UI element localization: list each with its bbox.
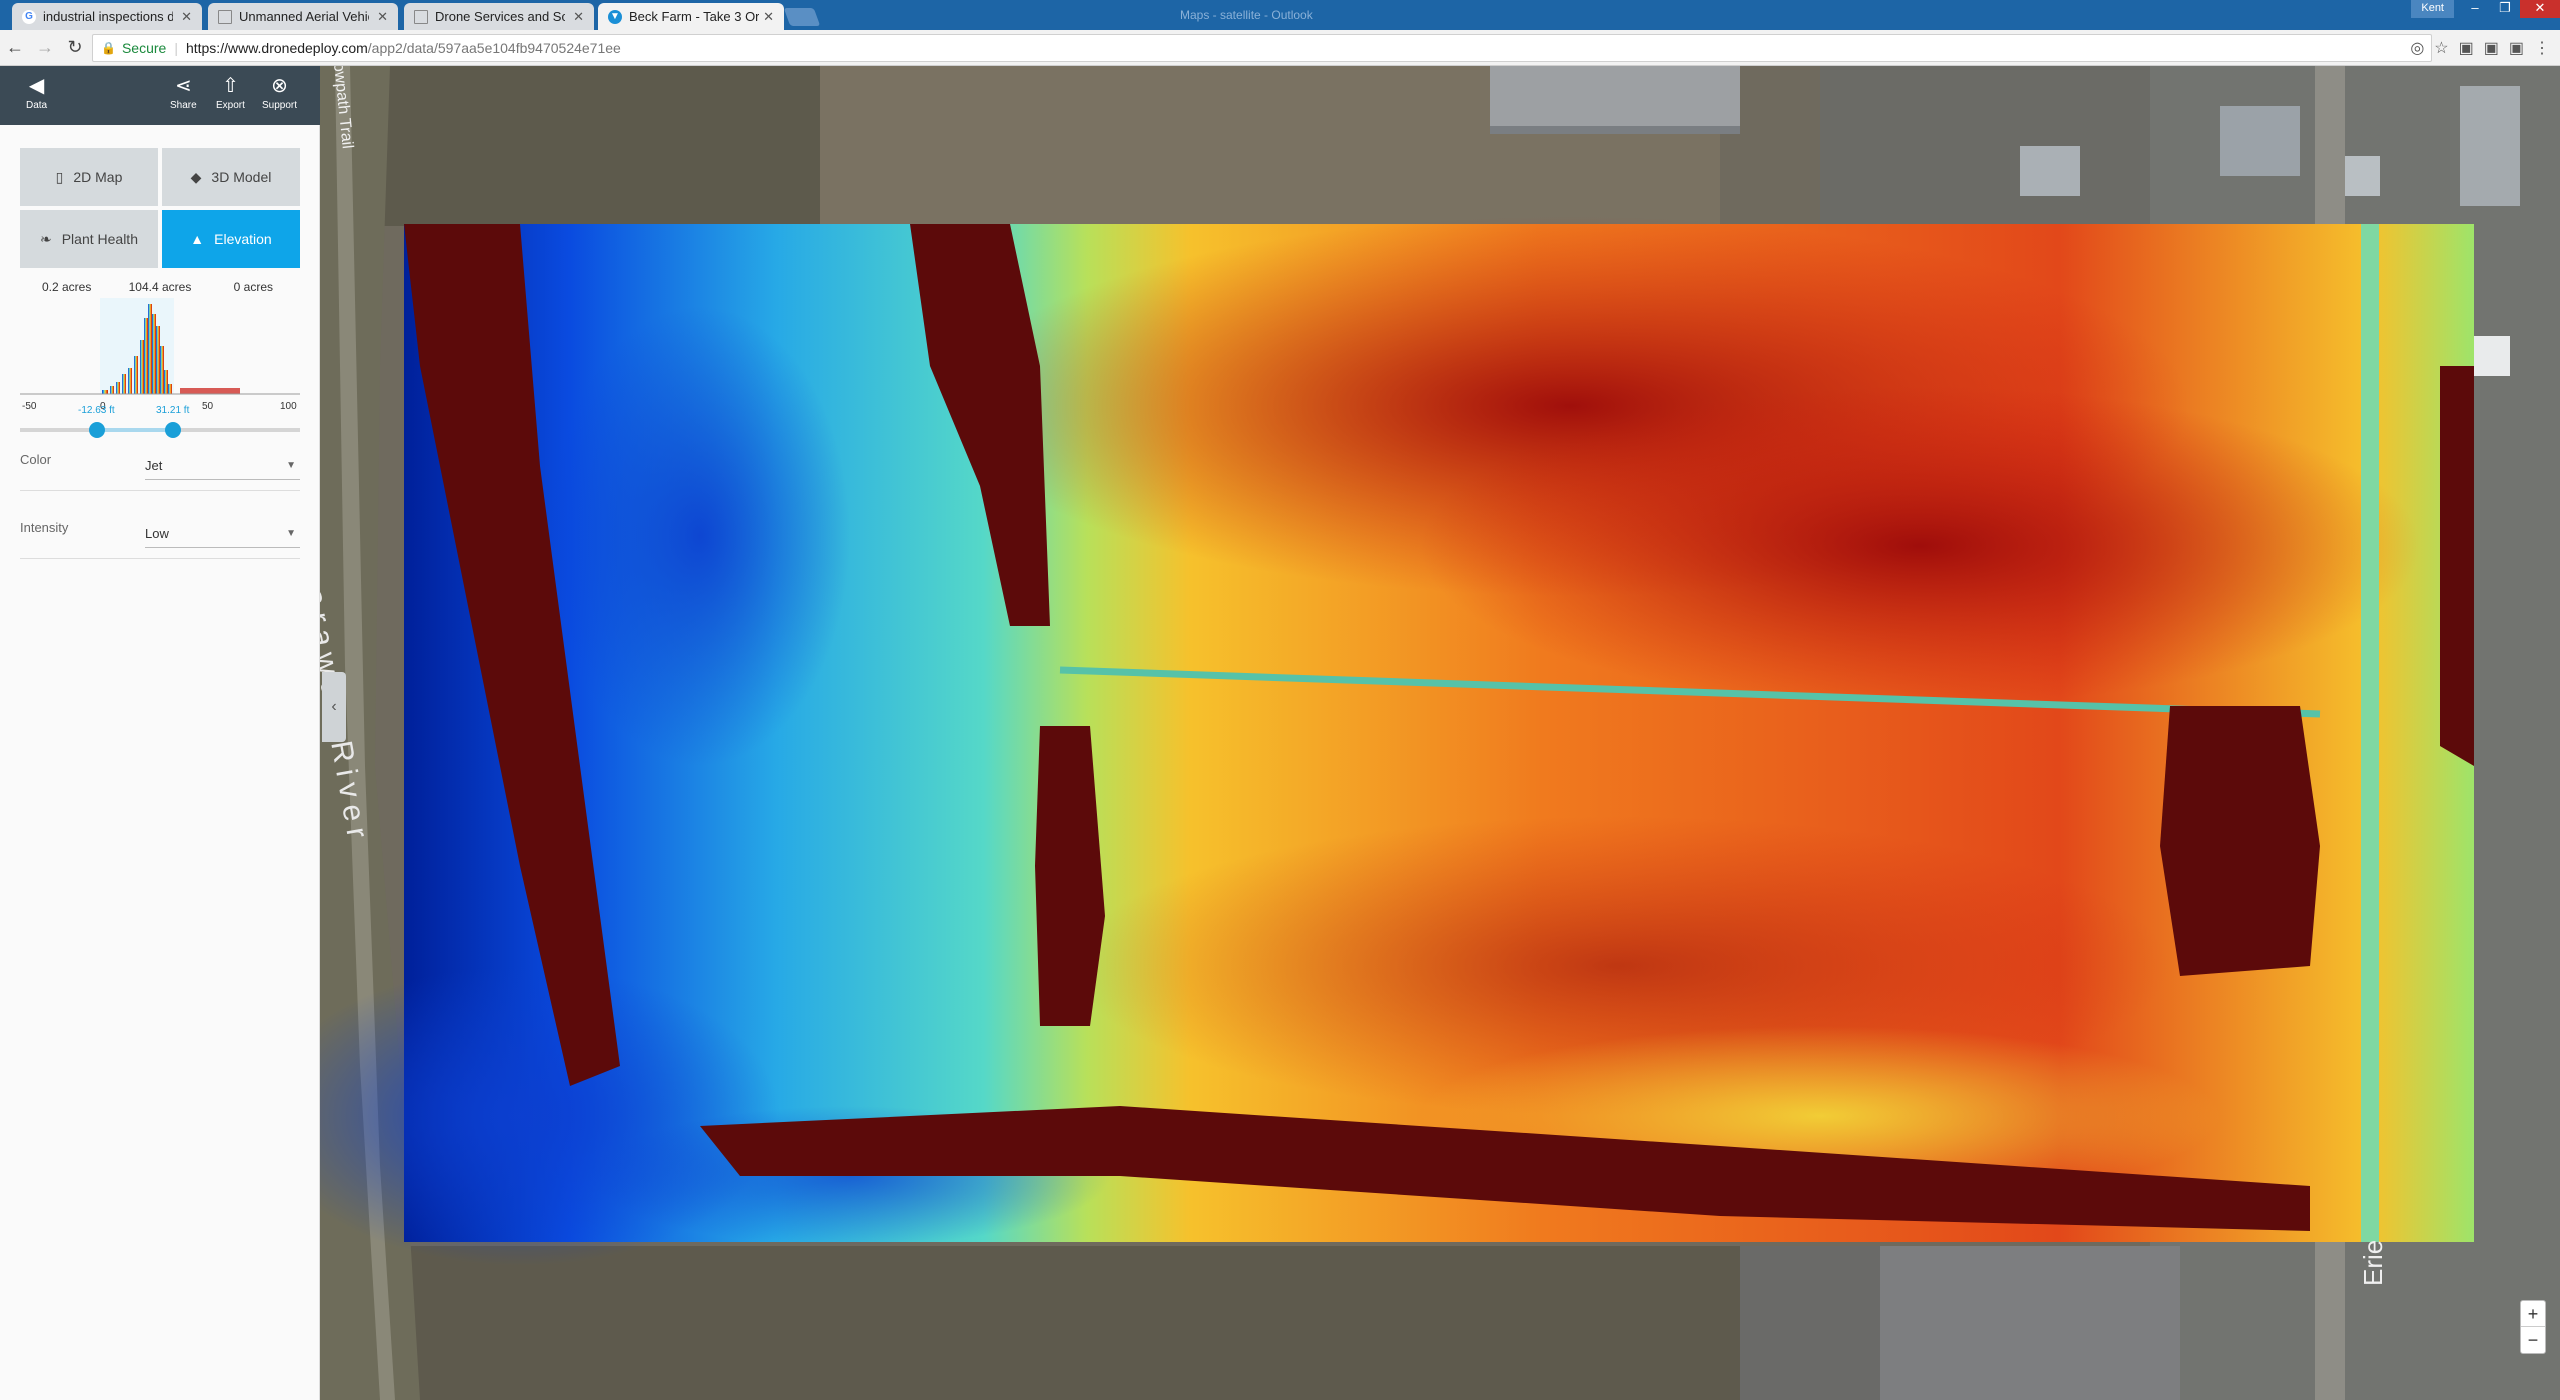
tab-title: Drone Services and Softw bbox=[435, 9, 565, 24]
forward-arrow-icon[interactable]: → bbox=[30, 37, 60, 58]
browser-tab-bar: G industrial inspections dro ✕ Unmanned … bbox=[0, 0, 2560, 30]
close-icon[interactable]: ✕ bbox=[763, 9, 774, 25]
range-min-handle[interactable] bbox=[89, 422, 105, 438]
lock-icon: 🔒 bbox=[101, 41, 116, 55]
export-button[interactable]: ⇧ Export bbox=[216, 76, 245, 111]
mode-plant-health-button[interactable]: ❧ Plant Health bbox=[20, 210, 158, 268]
extension-icon[interactable]: ▣ bbox=[2484, 38, 2499, 58]
close-icon[interactable]: ✕ bbox=[573, 9, 584, 25]
export-label: Export bbox=[216, 100, 245, 111]
acreage-stats: 0.2 acres 104.4 acres 0 acres bbox=[20, 280, 300, 294]
back-label: Data bbox=[26, 100, 48, 111]
reload-icon[interactable]: ↻ bbox=[60, 37, 90, 58]
url-path: /app2/data/597aa5e104fb9470524e71ee bbox=[367, 40, 621, 56]
collapse-panel-button[interactable]: ‹ bbox=[322, 672, 346, 742]
map-icon: ▯ bbox=[55, 168, 64, 185]
browser-tab-2[interactable]: Unmanned Aerial Vehicle ✕ bbox=[208, 3, 398, 30]
back-arrow-icon[interactable]: ← bbox=[0, 37, 30, 58]
range-max-handle[interactable] bbox=[165, 422, 181, 438]
map-view[interactable]: Tuscarawas River Towpath Trail Erie bbox=[320, 66, 2560, 1400]
support-icon: ⊗ bbox=[271, 75, 288, 97]
caret-down-icon: ▼ bbox=[286, 460, 296, 471]
tick-label: -50 bbox=[22, 401, 37, 412]
dronedeploy-icon: ▼ bbox=[608, 9, 622, 24]
mode-elevation-button[interactable]: ▲ Elevation bbox=[162, 210, 300, 268]
share-icon: ⋖ bbox=[174, 75, 192, 97]
back-arrow-icon: ◀ bbox=[28, 75, 45, 97]
extension-icon[interactable]: ▣ bbox=[2509, 38, 2524, 58]
caret-down-icon: ▼ bbox=[286, 528, 296, 539]
tab-title: industrial inspections dro bbox=[43, 9, 173, 24]
menu-icon[interactable]: ⋮ bbox=[2534, 38, 2550, 58]
share-label: Share bbox=[170, 100, 197, 111]
acres-in-range: 104.4 acres bbox=[128, 280, 192, 294]
bookmark-star-icon[interactable]: ☆ bbox=[2434, 38, 2448, 58]
color-select[interactable]: Jet ▼ bbox=[145, 452, 300, 480]
leaf-icon: ❧ bbox=[39, 230, 52, 247]
close-icon[interactable]: ✕ bbox=[377, 9, 388, 25]
mode-label: Plant Health bbox=[61, 231, 138, 247]
acres-below: 0.2 acres bbox=[41, 280, 92, 294]
extension-icons: ◎ ☆ ▣ ▣ ▣ ⋮ bbox=[2410, 38, 2550, 58]
page-icon bbox=[414, 9, 428, 24]
url-host: https://www.dronedeploy.com bbox=[185, 40, 368, 56]
chevron-left-icon: ‹ bbox=[331, 698, 337, 715]
range-max-label: 31.21 ft bbox=[156, 405, 190, 416]
close-icon[interactable]: ✕ bbox=[181, 9, 192, 25]
mode-3d-model-button[interactable]: ◆ 3D Model bbox=[162, 148, 300, 206]
mode-label: 2D Map bbox=[73, 169, 123, 185]
location-icon[interactable]: ◎ bbox=[2410, 38, 2424, 58]
mode-label: Elevation bbox=[214, 231, 272, 247]
map-mode-selector: ▯ 2D Map ◆ 3D Model ❧ Plant Health ▲ Ele… bbox=[20, 148, 300, 268]
elevation-histogram: -50 0 50 100 -12.63 ft 31.21 ft bbox=[20, 298, 300, 438]
browser-tab-3[interactable]: Drone Services and Softw ✕ bbox=[404, 3, 594, 30]
window-title: Maps - satellite - Outlook bbox=[1180, 8, 1313, 22]
browser-tab-4[interactable]: ▼ Beck Farm - Take 3 Origin ✕ bbox=[598, 3, 784, 30]
mode-2d-map-button[interactable]: ▯ 2D Map bbox=[20, 148, 158, 206]
restore-icon[interactable]: ❐ bbox=[2490, 0, 2520, 18]
road-label: Erie bbox=[2358, 1239, 2388, 1286]
tab-title: Beck Farm - Take 3 Origin bbox=[629, 9, 759, 24]
mode-label: 3D Model bbox=[211, 169, 272, 185]
intensity-label: Intensity bbox=[20, 520, 69, 535]
new-tab-button[interactable] bbox=[783, 8, 821, 26]
color-value: Jet bbox=[145, 458, 163, 473]
browser-tab-1[interactable]: G industrial inspections dro ✕ bbox=[12, 3, 202, 30]
share-button[interactable]: ⋖ Share bbox=[170, 76, 197, 111]
cube-icon: ◆ bbox=[190, 168, 202, 185]
window-controls: Kent – ❐ ✕ bbox=[2411, 0, 2560, 18]
close-window-icon[interactable]: ✕ bbox=[2520, 0, 2560, 18]
intensity-value: Low bbox=[145, 526, 169, 541]
mountain-icon: ▲ bbox=[190, 231, 205, 247]
color-label: Color bbox=[20, 452, 52, 467]
back-to-data-button[interactable]: ◀ Data bbox=[26, 76, 47, 111]
support-label: Support bbox=[262, 100, 298, 111]
url-input[interactable]: 🔒 Secure | https://www.dronedeploy.com /… bbox=[92, 34, 2432, 62]
acres-above: 0 acres bbox=[233, 280, 273, 294]
google-icon: G bbox=[22, 9, 36, 24]
zoom-out-button[interactable]: − bbox=[2521, 1327, 2545, 1353]
divider bbox=[20, 558, 300, 559]
support-button[interactable]: ⊗ Support bbox=[262, 76, 297, 111]
address-bar-row: ← → ↻ 🔒 Secure | https://www.dronedeploy… bbox=[0, 30, 2560, 66]
tick-label: 100 bbox=[280, 401, 297, 412]
export-icon: ⇧ bbox=[222, 75, 239, 97]
secure-label: Secure bbox=[121, 40, 167, 56]
zoom-in-button[interactable]: + bbox=[2521, 1301, 2545, 1327]
separator: | bbox=[174, 40, 178, 56]
map-canvas bbox=[320, 66, 2560, 1400]
minimize-icon[interactable]: – bbox=[2460, 0, 2490, 18]
tick-label: 50 bbox=[202, 401, 214, 412]
divider bbox=[20, 490, 300, 491]
extension-icon[interactable]: ▣ bbox=[2459, 38, 2474, 58]
page-icon bbox=[218, 9, 232, 24]
range-min-label: -12.63 ft bbox=[78, 405, 115, 416]
panel-header: ◀ Data ⋖ Share ⇧ Export ⊗ Support bbox=[0, 66, 320, 125]
intensity-select[interactable]: Low ▼ bbox=[145, 520, 300, 548]
tab-title: Unmanned Aerial Vehicle bbox=[239, 9, 369, 24]
zoom-control: + − bbox=[2520, 1300, 2546, 1354]
sidebar-panel: ◀ Data ⋖ Share ⇧ Export ⊗ Support ▯ 2D M… bbox=[0, 66, 320, 1400]
profile-button[interactable]: Kent bbox=[2411, 0, 2454, 18]
